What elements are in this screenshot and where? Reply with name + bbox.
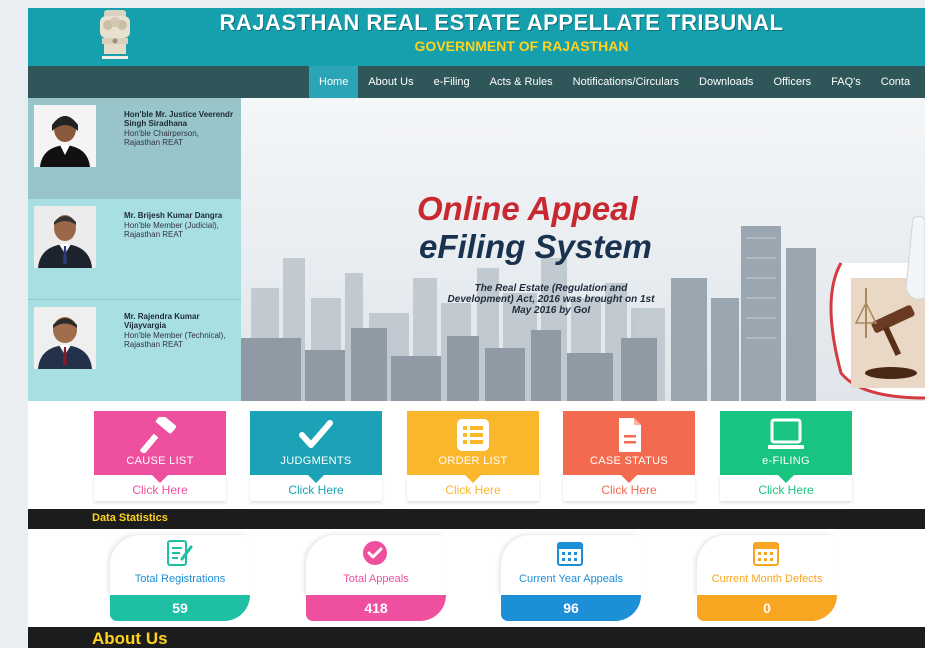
stat-value: 96 bbox=[501, 595, 641, 621]
member-card: Mr. Brijesh Kumar Dangra Hon'ble Member … bbox=[28, 199, 241, 300]
stat-card-total-appeals: Total Appeals 418 bbox=[306, 535, 446, 621]
member-role: Hon'ble Member (Technical), Rajasthan RE… bbox=[124, 331, 226, 349]
checkmark-icon bbox=[299, 420, 333, 448]
member-role: Hon'ble Member (Judicial), Rajasthan REA… bbox=[124, 221, 219, 239]
page: RAJASTHAN REAL ESTATE APPELLATE TRIBUNAL… bbox=[28, 8, 925, 648]
nav-item-officers[interactable]: Officers bbox=[763, 66, 821, 98]
site-subtitle: GOVERNMENT OF RAJASTHAN bbox=[414, 38, 629, 54]
member-photo bbox=[34, 105, 96, 167]
member-photo bbox=[34, 206, 96, 268]
quick-link-cause-list[interactable]: CAUSE LIST Click Here bbox=[94, 411, 226, 501]
calendar-month-icon bbox=[753, 542, 779, 566]
banner-title-line1: Online Appeal bbox=[417, 190, 638, 227]
stat-card-total-registrations: Total Registrations 59 bbox=[110, 535, 250, 621]
stat-label: Current Year Appeals bbox=[519, 573, 623, 585]
laptop-icon bbox=[768, 418, 804, 449]
registration-icon bbox=[167, 540, 193, 566]
quick-link-label: e-FILING bbox=[762, 455, 810, 467]
stat-label: Current Month Defects bbox=[711, 573, 823, 585]
about-us-heading: About Us bbox=[92, 629, 168, 648]
calendar-icon bbox=[557, 542, 583, 566]
stat-card-current-month-defects: Current Month Defects 0 bbox=[697, 535, 837, 621]
stat-label: Total Registrations bbox=[134, 573, 226, 585]
quick-link-case-status[interactable]: CASE STATUS Click Here bbox=[563, 411, 695, 501]
stat-value: 0 bbox=[697, 595, 837, 621]
nav-item-downloads[interactable]: Downloads bbox=[689, 66, 763, 98]
member-photo bbox=[34, 307, 96, 369]
quick-links: CAUSE LIST Click Here JUDGMENTS Click He… bbox=[28, 401, 925, 509]
quick-link-label: JUDGMENTS bbox=[280, 455, 352, 467]
quick-link-judgments[interactable]: JUDGMENTS Click Here bbox=[250, 411, 382, 501]
nav-item-faqs[interactable]: FAQ's bbox=[821, 66, 871, 98]
stat-card-current-year-appeals: Current Year Appeals 96 bbox=[501, 535, 641, 621]
quick-link-e-filing[interactable]: e-FILING Click Here bbox=[720, 411, 852, 501]
nav-item-notifications[interactable]: Notifications/Circulars bbox=[563, 66, 689, 98]
member-role: Hon'ble Chairperson, Rajasthan REAT bbox=[124, 129, 199, 147]
member-name: Mr. Rajendra Kumar Vijayvargia bbox=[124, 312, 200, 330]
gavel-icon bbox=[140, 417, 177, 453]
quick-link-label: CASE STATUS bbox=[589, 455, 669, 467]
members-sidebar: Hon'ble Mr. Justice Veerendr Singh Sirad… bbox=[28, 98, 241, 401]
quick-link-label: CAUSE LIST bbox=[126, 455, 194, 467]
data-statistics-heading-bar: Data Statistics bbox=[28, 509, 925, 529]
list-icon bbox=[457, 419, 489, 451]
nav-item-contact[interactable]: Conta bbox=[871, 66, 920, 98]
quick-link-order-list[interactable]: ORDER LIST Click Here bbox=[407, 411, 539, 501]
site-header: RAJASTHAN REAL ESTATE APPELLATE TRIBUNAL… bbox=[28, 8, 925, 66]
quick-link-label: ORDER LIST bbox=[438, 455, 508, 467]
banner-text: The Real Estate (Regulation and Developm… bbox=[447, 283, 655, 316]
check-circle-icon bbox=[363, 541, 387, 565]
member-name: Mr. Brijesh Kumar Dangra bbox=[124, 211, 223, 220]
nav-item-home[interactable]: Home bbox=[309, 66, 359, 98]
document-icon bbox=[619, 418, 641, 452]
nav-item-acts-rules[interactable]: Acts & Rules bbox=[480, 66, 563, 98]
main-nav: Home About Us e-Filing Acts & Rules Noti… bbox=[28, 66, 925, 98]
data-statistics-heading: Data Statistics bbox=[92, 512, 168, 524]
nav-item-e-filing[interactable]: e-Filing bbox=[424, 66, 480, 98]
member-name: Hon'ble Mr. Justice Veerendr Singh Sirad… bbox=[124, 110, 234, 128]
stat-label: Total Appeals bbox=[343, 573, 409, 585]
stat-value: 418 bbox=[306, 595, 446, 621]
banner-title-line2: eFiling System bbox=[419, 228, 652, 265]
hero-banner: Online Appeal eFiling System The Real Es… bbox=[241, 98, 925, 401]
stat-value: 59 bbox=[110, 595, 250, 621]
data-statistics: Total Registrations 59 Total Appeals 418 bbox=[28, 529, 925, 627]
site-title: RAJASTHAN REAL ESTATE APPELLATE TRIBUNAL bbox=[219, 10, 784, 35]
about-us-heading-bar: About Us bbox=[28, 627, 925, 648]
member-card: Hon'ble Mr. Justice Veerendr Singh Sirad… bbox=[28, 98, 241, 199]
member-card: Mr. Rajendra Kumar Vijayvargia Hon'ble M… bbox=[28, 300, 241, 401]
nav-item-about-us[interactable]: About Us bbox=[358, 66, 423, 98]
